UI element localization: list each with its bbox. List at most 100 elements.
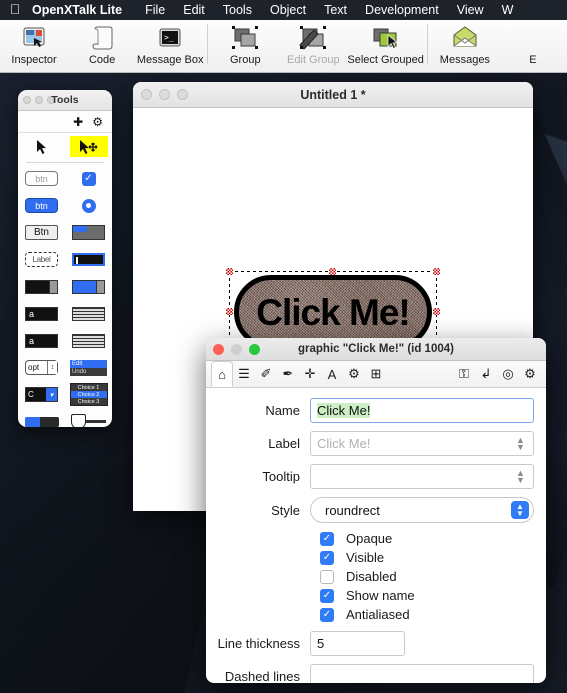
send-icon[interactable]: ↲	[475, 362, 497, 386]
toolbar-button-group[interactable]: Group	[211, 20, 279, 66]
toolbar-button-select-grouped[interactable]: Select Grouped	[347, 20, 424, 66]
tool-combo-field[interactable]: a	[23, 330, 61, 351]
resize-handle-n[interactable]	[329, 268, 336, 275]
brush-icon[interactable]: ✒	[277, 362, 299, 386]
database-icon[interactable]: ☰	[233, 362, 255, 386]
tool-list-field[interactable]: a	[23, 303, 61, 324]
menu-item-file[interactable]: File	[136, 0, 174, 20]
disabled-label: Disabled	[346, 569, 397, 584]
toolbar-label: Inspector	[11, 54, 57, 66]
toolbar-button-code[interactable]: Code	[68, 20, 136, 66]
gear-icon[interactable]: ⚙	[92, 115, 103, 129]
menu-item-object[interactable]: Object	[261, 0, 315, 20]
tool-label-field[interactable]: Label	[23, 249, 61, 270]
menu-bar:  OpenXTalk Lite File Edit Tools Object …	[0, 0, 567, 20]
progress-bar-glyph	[24, 416, 59, 427]
dashed-lines-input[interactable]	[310, 664, 534, 683]
menu-item-app[interactable]: OpenXTalk Lite	[30, 0, 136, 20]
tool-data-grid-form[interactable]	[70, 330, 108, 351]
menu-item-development[interactable]: Development	[356, 0, 448, 20]
menu-item-tools[interactable]: Tools	[214, 0, 261, 20]
tools-row-1: btn ✓	[18, 165, 112, 192]
disabled-checkbox[interactable]	[320, 569, 334, 584]
tool-option-menu[interactable]: opt ↕	[23, 357, 61, 378]
tools-palette-titlebar[interactable]: Tools	[18, 90, 112, 111]
checkbox-row-show-name[interactable]: ✓ Show name	[206, 588, 534, 603]
tool-checkbox[interactable]: ✓	[70, 168, 108, 189]
toolbar-button-inspector[interactable]: Inspector	[0, 20, 68, 66]
resize-handle-ne[interactable]	[433, 268, 440, 275]
menu-item-text[interactable]: Text	[315, 0, 356, 20]
tool-scrolling-field[interactable]	[23, 276, 61, 297]
tool-progress-bar[interactable]	[23, 411, 61, 427]
tool-table-field[interactable]	[70, 276, 108, 297]
graphic-caption: Click Me!	[256, 291, 410, 333]
style-select[interactable]: roundrect ▲ ▼	[310, 497, 534, 523]
toolbar-button-messages[interactable]: Messages	[431, 20, 499, 66]
menu-item-view[interactable]: View	[448, 0, 493, 20]
envelope-icon	[451, 23, 479, 53]
field-row-tooltip: Tooltip ▲ ▼	[206, 464, 534, 489]
tool-combo-box[interactable]: C ▾	[23, 384, 61, 405]
tooltip-label: Tooltip	[262, 469, 300, 484]
line-thickness-input[interactable]: 5	[310, 631, 405, 656]
checkbox-row-opaque[interactable]: ✓ Opaque	[206, 531, 534, 546]
checkbox-row-antialiased[interactable]: ✓ Antialiased	[206, 607, 534, 622]
checkbox-row-visible[interactable]: ✓ Visible	[206, 550, 534, 565]
tool-default-button[interactable]: btn	[23, 195, 61, 216]
checkbox-row-disabled[interactable]: Disabled	[206, 569, 534, 584]
toolbar-button-partial[interactable]: E	[499, 20, 567, 66]
move-icon[interactable]: ✛	[299, 362, 321, 386]
tool-slider[interactable]	[70, 411, 108, 427]
tooltip-stepper[interactable]: ▲ ▼	[514, 468, 527, 484]
tool-popup-list[interactable]: Choice 1 Choice 2 Choice 3	[69, 383, 108, 406]
opaque-checkbox[interactable]: ✓	[320, 531, 334, 546]
antialiased-checkbox[interactable]: ✓	[320, 607, 334, 622]
toolbar-button-edit-group[interactable]: Edit Group	[279, 20, 347, 66]
tool-data-grid[interactable]	[70, 303, 108, 324]
resize-handle-w[interactable]	[226, 308, 233, 315]
pencil-icon[interactable]: ✐	[255, 362, 277, 386]
visible-checkbox[interactable]: ✓	[320, 550, 334, 565]
gears-icon[interactable]: ⚙	[343, 362, 365, 386]
label-input[interactable]: Click Me! ▲ ▼	[310, 431, 534, 456]
tool-text-field[interactable]	[70, 249, 108, 270]
show-name-label: Show name	[346, 588, 415, 603]
tool-radio-button[interactable]	[70, 195, 108, 216]
settings-gear-icon[interactable]: ⚙	[519, 362, 541, 386]
chevron-down-icon: ▾	[46, 388, 57, 401]
name-input[interactable]: Click Me!	[310, 398, 534, 423]
plus-icon[interactable]: ✚	[73, 115, 83, 129]
home-icon[interactable]: ⌂	[211, 361, 233, 387]
resize-handle-nw[interactable]	[226, 268, 233, 275]
combo-field-glyph: a	[25, 333, 58, 348]
tools-row-3: Btn	[18, 219, 112, 246]
tool-arrow-pointer[interactable]	[23, 136, 61, 157]
name-input-value: Click Me!	[317, 403, 371, 418]
tools-palette: Tools ✚ ⚙ btn ✓ btn Btn Label a a opt ↕ …	[18, 90, 112, 427]
align-icon[interactable]: ⊞	[365, 362, 387, 386]
resize-handle-e[interactable]	[433, 308, 440, 315]
tooltip-input[interactable]: ▲ ▼	[310, 464, 534, 489]
menu-item-edit[interactable]: Edit	[174, 0, 214, 20]
tool-push-button[interactable]: btn	[23, 168, 61, 189]
tool-menu-bar[interactable]: Edit Undo	[70, 357, 108, 378]
label-label: Label	[268, 436, 300, 451]
target-icon[interactable]: ◎	[497, 362, 519, 386]
rect-button-glyph: Btn	[25, 225, 58, 240]
document-titlebar[interactable]: Untitled 1 *	[133, 82, 533, 108]
tools-row-8: opt ↕ Edit Undo	[18, 354, 112, 381]
toolbar-button-message-box[interactable]: >_ Message Box	[136, 20, 204, 66]
label-stepper[interactable]: ▲ ▼	[514, 435, 527, 451]
menu-item-window[interactable]: W	[493, 0, 523, 20]
tool-tab-panel[interactable]	[70, 222, 108, 243]
tool-rect-button[interactable]: Btn	[23, 222, 61, 243]
label-input-placeholder: Click Me!	[317, 436, 371, 451]
apple-icon[interactable]: 	[0, 2, 30, 18]
tools-row-pointers	[18, 133, 112, 160]
show-name-checkbox[interactable]: ✓	[320, 588, 334, 603]
unlock-icon[interactable]: ⚿	[453, 362, 475, 386]
text-icon[interactable]: A	[321, 362, 343, 386]
inspector-titlebar[interactable]: graphic "Click Me!" (id 1004)	[206, 338, 546, 361]
tool-edit-pointer[interactable]	[69, 136, 108, 157]
